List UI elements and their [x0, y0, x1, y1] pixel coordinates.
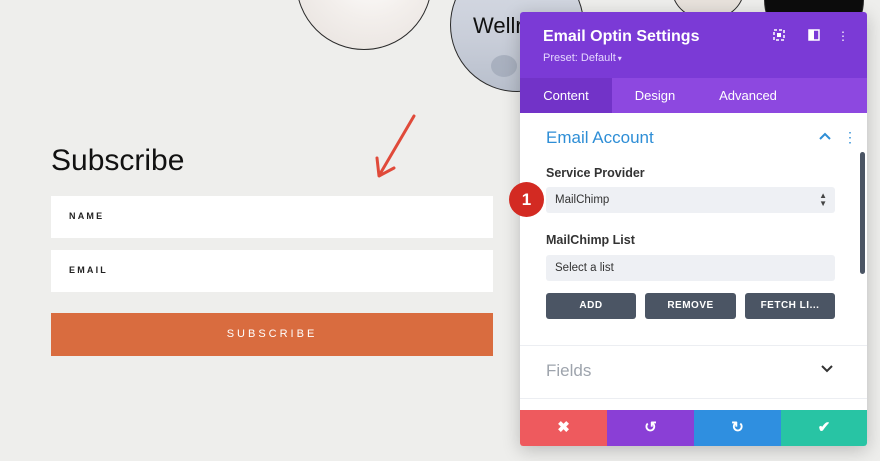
- section-divider: [520, 398, 867, 399]
- tab-advanced[interactable]: Advanced: [698, 78, 798, 113]
- undo-button[interactable]: ↺: [607, 410, 694, 446]
- columns-icon[interactable]: [807, 29, 821, 43]
- redo-button[interactable]: ↻: [694, 410, 781, 446]
- subscribe-button[interactable]: SUBSCRIBE: [51, 313, 493, 356]
- close-icon: ✖: [557, 419, 570, 436]
- remove-list-button[interactable]: REMOVE: [645, 293, 736, 319]
- check-icon: ✔: [817, 419, 831, 436]
- service-provider-label: Service Provider: [546, 166, 645, 180]
- email-optin-settings-panel: Email Optin Settings Preset: Default ▾ ⋮ …: [520, 12, 867, 446]
- redo-icon: ↻: [731, 419, 744, 436]
- panel-header: Email Optin Settings Preset: Default ▾ ⋮: [520, 12, 867, 78]
- name-field-label: NAME: [69, 211, 105, 221]
- tab-design[interactable]: Design: [612, 78, 698, 113]
- panel-scrollbar[interactable]: [860, 152, 865, 274]
- email-field[interactable]: EMAIL: [51, 250, 493, 292]
- annotation-badge: 1: [509, 182, 544, 217]
- preset-label: Preset: Default: [543, 52, 616, 64]
- preset-selector[interactable]: Preset: Default ▾: [543, 52, 622, 64]
- mailchimp-list-label: MailChimp List: [546, 233, 635, 247]
- select-arrows-icon: ▲ ▼: [819, 191, 827, 208]
- fetch-lists-button[interactable]: FETCH LI...: [745, 293, 835, 319]
- product-image-circle: [296, 0, 432, 50]
- panel-title: Email Optin Settings: [543, 28, 700, 45]
- panel-footer: ✖ ↺ ↻ ✔: [520, 410, 867, 446]
- circle-text: Wellr: [473, 13, 523, 38]
- mailchimp-list-value: Select a list: [555, 262, 614, 274]
- cancel-button[interactable]: ✖: [520, 410, 607, 446]
- fields-section-title[interactable]: Fields: [546, 361, 591, 381]
- email-account-section-title[interactable]: Email Account: [546, 128, 654, 148]
- chevron-up-icon[interactable]: [819, 130, 831, 144]
- name-field[interactable]: NAME: [51, 196, 493, 238]
- subscribe-title: Subscribe: [51, 144, 185, 177]
- tab-content[interactable]: Content: [520, 78, 612, 113]
- caret-down-icon: ▾: [617, 54, 622, 63]
- add-list-button[interactable]: ADD: [546, 293, 636, 319]
- email-field-label: EMAIL: [69, 265, 108, 275]
- kebab-menu-icon[interactable]: ⋮: [836, 29, 850, 43]
- section-divider: [520, 345, 867, 346]
- section-options-icon[interactable]: ⋮: [843, 129, 857, 146]
- image-detail: [491, 55, 517, 77]
- target-icon[interactable]: [772, 29, 786, 43]
- save-button[interactable]: ✔: [781, 410, 867, 446]
- panel-tabs: Content Design Advanced: [520, 78, 867, 113]
- service-provider-select[interactable]: MailChimp ▲ ▼: [546, 187, 835, 213]
- undo-icon: ↺: [644, 419, 657, 436]
- service-provider-value: MailChimp: [555, 194, 610, 206]
- annotation-arrow-icon: [375, 114, 416, 178]
- chevron-down-icon[interactable]: [821, 363, 833, 377]
- mailchimp-list-select[interactable]: Select a list: [546, 255, 835, 281]
